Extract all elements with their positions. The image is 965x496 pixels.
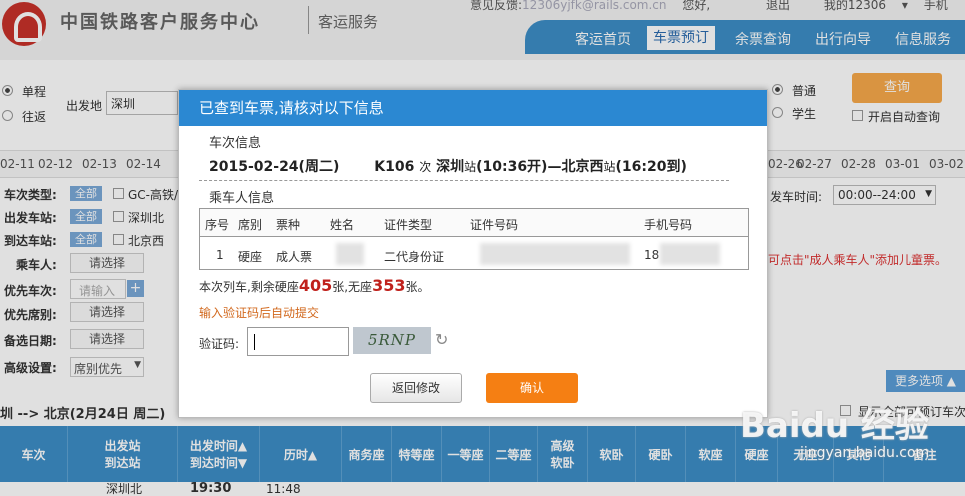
remain-noseat-count: 353 xyxy=(372,276,406,295)
baidu-watermark-url: jingyan.baidu.com xyxy=(800,445,930,461)
th-name: 姓名 xyxy=(330,218,355,232)
arrive-time: (16:20到) xyxy=(615,159,687,175)
remain-mid: 张,无座 xyxy=(332,280,373,294)
depart-time: (10:36开) xyxy=(476,159,548,175)
passenger-table-header: 序号 席别 票种 姓名 证件类型 证件号码 手机号码 xyxy=(200,209,748,237)
row-id-type: 二代身份证 xyxy=(384,250,445,264)
dialog-title: 已查到车票,请核对以下信息 xyxy=(179,90,767,126)
confirm-dialog: 已查到车票,请核对以下信息 车次信息 2015-02-24(周二) K106 次… xyxy=(178,89,768,418)
passenger-info-heading: 乘车人信息 xyxy=(209,191,275,206)
baidu-watermark: Baidu 经验 xyxy=(740,406,929,446)
captcha-input[interactable] xyxy=(247,327,349,356)
train-number: K106 xyxy=(374,159,415,175)
row-ticket: 成人票 xyxy=(276,250,313,264)
captcha-label: 验证码: xyxy=(199,337,240,351)
row-phone-prefix: 18 xyxy=(644,248,660,262)
to-station: 北京西 xyxy=(561,159,604,175)
redacted-name xyxy=(336,243,364,265)
back-modify-button[interactable]: 返回修改 xyxy=(370,373,462,403)
remain-hard-count: 405 xyxy=(298,276,333,295)
train-info-line: 2015-02-24(周二) K106 次 深圳站(10:36开)—北京西站(1… xyxy=(209,156,687,176)
remaining-tickets-text: 本次列车,剩余硬座405张,无座353张。 xyxy=(199,276,429,295)
row-no: 1 xyxy=(216,248,224,262)
redacted-id-number xyxy=(480,243,630,265)
th-id-number: 证件号码 xyxy=(470,218,519,232)
remain-prefix: 本次列车,剩余硬座 xyxy=(199,280,299,294)
travel-date: 2015-02-24(周二) xyxy=(209,159,340,175)
captcha-image[interactable]: 5RNP xyxy=(353,327,431,354)
zhan-label: 站 xyxy=(603,160,616,174)
from-station: 深圳 xyxy=(436,159,465,175)
divider xyxy=(199,180,729,181)
route-dash: — xyxy=(547,159,562,175)
remain-suffix: 张。 xyxy=(405,280,430,294)
passenger-table: 序号 席别 票种 姓名 证件类型 证件号码 手机号码 1 硬座 成人票 二代身份… xyxy=(199,208,749,270)
confirm-button[interactable]: 确认 xyxy=(486,373,578,403)
th-no: 序号 xyxy=(205,218,230,232)
train-info-heading: 车次信息 xyxy=(209,136,262,151)
refresh-icon[interactable]: ↻ xyxy=(435,328,455,352)
ci-label: 次 xyxy=(419,160,432,174)
redacted-phone xyxy=(660,243,720,265)
th-phone: 手机号码 xyxy=(644,218,693,232)
row-seat: 硬座 xyxy=(238,250,263,264)
th-seat: 席别 xyxy=(238,218,263,232)
auto-submit-hint: 输入验证码后自动提交 xyxy=(199,306,320,320)
th-ticket: 票种 xyxy=(276,218,301,232)
th-id-type: 证件类型 xyxy=(384,218,433,232)
zhan-label: 站 xyxy=(464,160,477,174)
